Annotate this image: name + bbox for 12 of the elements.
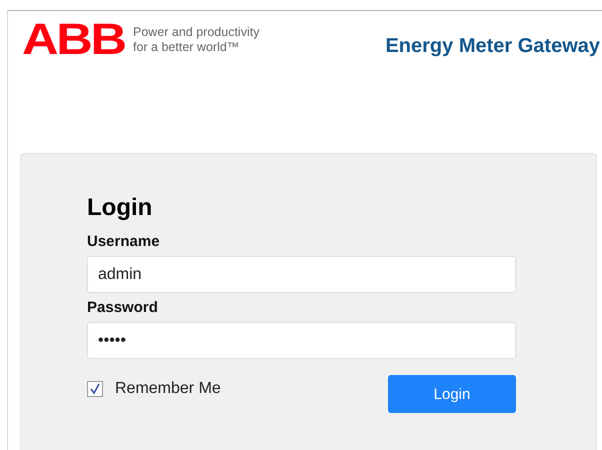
remember-label: Remember Me — [115, 380, 221, 398]
page-title: Energy Meter Gateway — [385, 34, 600, 58]
abb-logo: ABB — [22, 21, 126, 59]
tagline: for a better world™ — [133, 40, 240, 55]
tagline: Power and productivity — [133, 25, 260, 40]
field-label: Username — [87, 233, 161, 250]
checkbox[interactable] — [87, 381, 103, 397]
login-button[interactable]: Login — [388, 375, 516, 413]
field-label: Password — [87, 299, 159, 316]
login-heading: Login — [87, 194, 154, 222]
input-field[interactable]: ••••• — [87, 322, 516, 359]
input-field[interactable]: admin — [87, 256, 516, 293]
